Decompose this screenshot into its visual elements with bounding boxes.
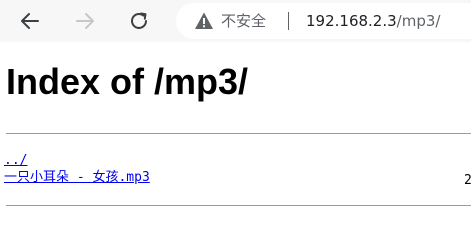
arrow-right-icon — [76, 13, 94, 29]
file-listing: ../ 一只小耳朵 - 女孩.mp3 — [4, 152, 150, 186]
reload-icon — [131, 12, 147, 29]
address-bar[interactable]: 不安全 192.168.2.3/mp3/ — [176, 3, 471, 39]
parent-directory-link[interactable]: ../ — [4, 152, 150, 169]
browser-toolbar: 不安全 192.168.2.3/mp3/ — [0, 0, 471, 42]
url-path: /mp3/ — [396, 12, 441, 30]
warning-icon[interactable] — [194, 11, 214, 31]
page-title: Index of /mp3/ — [6, 61, 249, 102]
arrow-left-icon — [21, 13, 39, 29]
address-divider — [288, 12, 289, 30]
file-date-fragment: 2 — [464, 173, 471, 188]
url-text[interactable]: 192.168.2.3/mp3/ — [306, 11, 440, 31]
bottom-divider — [6, 205, 471, 206]
back-button[interactable] — [15, 6, 45, 36]
url-host: 192.168.2.3 — [306, 12, 397, 30]
reload-button[interactable] — [124, 6, 154, 36]
file-link-mp3[interactable]: 一只小耳朵 - 女孩.mp3 — [4, 169, 150, 186]
forward-button[interactable] — [70, 6, 100, 36]
security-status-label[interactable]: 不安全 — [221, 11, 266, 31]
top-divider — [6, 133, 471, 134]
